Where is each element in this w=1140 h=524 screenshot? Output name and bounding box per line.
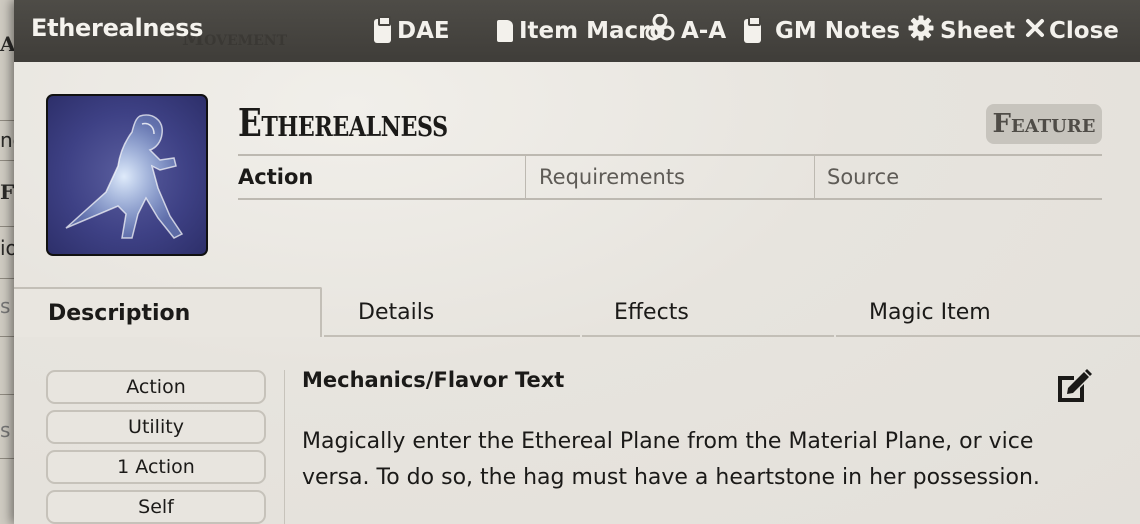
description-text[interactable]: Magically enter the Ethereal Plane from … [302,424,1062,496]
dae-button[interactable]: DAE [374,15,450,47]
background-text: s [0,294,11,318]
edit-icon[interactable] [1054,368,1092,404]
property-chip: Action [46,370,266,404]
divider [525,156,526,198]
item-type-badge: Feature [986,104,1102,144]
item-sheet-window: Movement Etherealness DAE Item Macro A-A [14,0,1140,524]
tab-effects[interactable]: Effects [614,287,689,337]
property-chip: 1 Action [46,450,266,484]
tab-magic-item[interactable]: Magic Item [869,287,991,337]
item-macro-button[interactable]: Item Macro [497,15,665,47]
divider [814,156,815,198]
window-title: Etherealness [31,14,204,42]
gear-icon [908,15,934,47]
description-heading: Mechanics/Flavor Text [302,368,565,392]
sheet-tabs: Description Details Effects Magic Item [14,287,1140,337]
property-chip: Utility [46,410,266,444]
biohazard-icon [645,13,675,48]
automated-animations-button[interactable]: A-A [645,13,727,48]
gm-notes-button-label: GM Notes [775,18,901,44]
sheet-button-label: Sheet [940,18,1016,44]
gm-notes-button[interactable]: GM Notes [744,15,900,47]
clipboard-icon [374,16,391,43]
item-image[interactable] [46,94,208,256]
window-header[interactable]: Movement Etherealness DAE Item Macro A-A [14,0,1140,62]
item-macro-button-label: Item Macro [519,18,666,44]
item-summary-row: Action Requirements Source [238,154,1102,200]
tab-details[interactable]: Details [358,287,434,337]
tab-description[interactable]: Description [14,287,322,337]
activation-label: Action [238,165,314,189]
close-button[interactable]: Close [1025,15,1119,47]
requirements-field[interactable]: Requirements [539,156,685,198]
background-text: s [0,418,11,442]
close-button-label: Close [1049,18,1119,44]
automated-animations-button-label: A-A [681,18,727,44]
close-icon [1025,18,1045,44]
item-name[interactable]: Etherealness [238,100,448,145]
property-chip: Self [46,490,266,524]
clipboard-icon [744,16,761,43]
source-field[interactable]: Source [827,156,899,198]
ghost-figure-icon [65,114,184,239]
divider [284,370,285,524]
sheet-button[interactable]: Sheet [908,15,1015,47]
sd-card-icon [497,20,513,42]
dae-button-label: DAE [397,18,450,44]
